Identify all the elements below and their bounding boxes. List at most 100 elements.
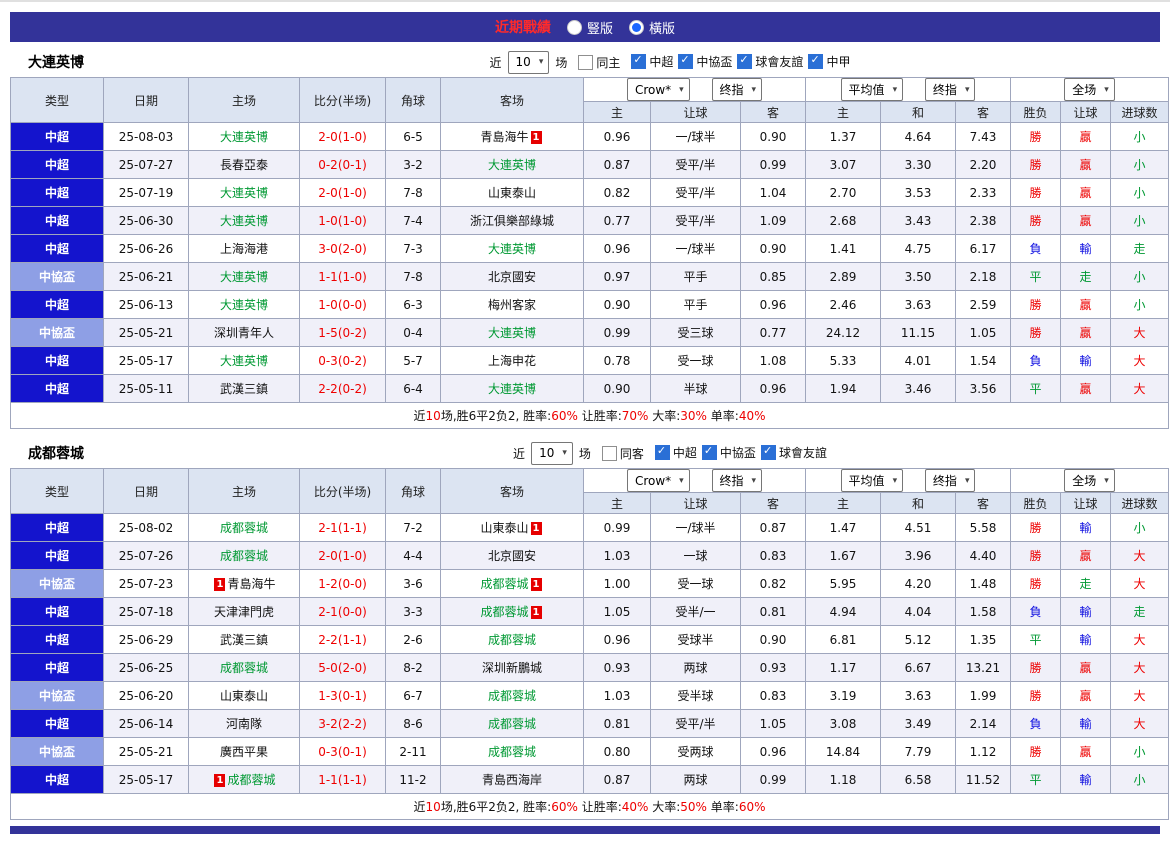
- checkbox-checked-icon[interactable]: [678, 53, 694, 69]
- checkbox-unchecked-icon[interactable]: [578, 54, 594, 70]
- checkbox-checked-icon[interactable]: [631, 53, 647, 69]
- team-name: 成都蓉城: [480, 605, 529, 619]
- match-date: 25-06-26: [103, 234, 189, 263]
- league-filter-checkbox[interactable]: 中協盃: [701, 444, 756, 461]
- avg-time-select[interactable]: 终指 ▾: [924, 78, 976, 101]
- away-team: 成都蓉城 1: [440, 597, 584, 626]
- matches-table: 类型 日期 主场 比分(半场) 角球 客场 Crow* ▾ 终指 ▾ 平均值 ▾…: [9, 468, 1170, 820]
- avg-home: 3.08: [805, 709, 882, 738]
- odds-away: 0.82: [739, 569, 807, 598]
- recent-count-select[interactable]: 10 ▾: [531, 441, 573, 465]
- match-date: 25-06-13: [103, 290, 189, 319]
- avg-away: 5.58: [955, 513, 1012, 542]
- match-date: 25-07-26: [103, 541, 189, 570]
- avg-select-group: 平均值 ▾ 终指 ▾: [805, 77, 1012, 102]
- league-filter-checkbox[interactable]: 球會友誼: [760, 444, 827, 461]
- odds-time-select[interactable]: 终指 ▾: [711, 78, 763, 101]
- handicap-result: 贏: [1060, 122, 1112, 151]
- handicap-line: 受平/半: [650, 206, 741, 235]
- avg-away: 1.48: [955, 569, 1012, 598]
- match-row: 中超 25-06-13 大連英博 1-0(0-0) 6-3 梅州客家 0.90 平手 0.96 2…: [10, 290, 1170, 319]
- team-name: 成都蓉城: [487, 633, 536, 647]
- league-filter-checkbox[interactable]: 球會友誼: [737, 53, 803, 70]
- league-filter-checkbox[interactable]: 中超: [631, 53, 673, 70]
- scope-select[interactable]: 全场 ▾: [1064, 469, 1115, 492]
- select-value: 平均值: [848, 83, 885, 97]
- goals-result: 小: [1110, 737, 1170, 766]
- match-date: 25-05-17: [103, 346, 189, 375]
- same-venue-checkbox[interactable]: 同主: [578, 54, 620, 71]
- odds-home: 0.81: [583, 709, 651, 738]
- match-date: 25-07-19: [103, 178, 189, 207]
- away-team: 青島海牛 1: [440, 122, 584, 151]
- odds-home: 0.80: [583, 737, 651, 766]
- avg-draw: 3.63: [880, 290, 957, 319]
- corner-score: 0-4: [385, 318, 441, 347]
- odds-home: 0.99: [583, 318, 651, 347]
- away-team: 山東泰山: [440, 178, 584, 207]
- team-name: 大連英博: [487, 158, 536, 172]
- handicap-line: 平手: [650, 262, 741, 291]
- scope-select[interactable]: 全场 ▾: [1064, 78, 1115, 101]
- handicap-result: 贏: [1060, 150, 1112, 179]
- avg-away: 11.52: [955, 765, 1012, 794]
- handicap-line: 一球: [650, 541, 741, 570]
- layout-horizontal-radio[interactable]: 橫版: [629, 18, 675, 37]
- match-row: 中協盃 25-06-21 大連英博 1-1(1-0) 7-8 北京國安 0.97 平手 0.85…: [10, 262, 1170, 291]
- checkbox-unchecked-icon[interactable]: [601, 445, 617, 461]
- col-home: 主场: [188, 77, 300, 123]
- avg-away: 7.43: [955, 122, 1012, 151]
- avg-home: 1.18: [805, 765, 882, 794]
- corner-score: 5-7: [385, 346, 441, 375]
- avg-home: 1.17: [805, 653, 882, 682]
- league-filter-checkbox[interactable]: 中甲: [808, 53, 850, 70]
- score: 0-3(0-1): [299, 737, 386, 766]
- checkbox-checked-icon[interactable]: [654, 444, 670, 460]
- handicap-line: 平手: [650, 290, 741, 319]
- team-name: 天津津門虎: [213, 605, 274, 619]
- match-date: 25-06-25: [103, 653, 189, 682]
- avg-away: 2.14: [955, 709, 1012, 738]
- avg-draw: 4.75: [880, 234, 957, 263]
- handicap-line: 受半球: [650, 681, 741, 710]
- avg-away: 2.38: [955, 206, 1012, 235]
- select-value: Crow*: [634, 82, 672, 97]
- radio-selected-icon[interactable]: [629, 19, 644, 35]
- score: 2-2(1-1): [299, 625, 386, 654]
- checkbox-checked-icon[interactable]: [760, 444, 776, 460]
- avg-away: 1.35: [955, 625, 1012, 654]
- layout-vertical-radio[interactable]: 豎版: [566, 18, 613, 37]
- team-name: 大連英博: [219, 214, 268, 228]
- checkbox-checked-icon[interactable]: [808, 53, 824, 69]
- match-row: 中超 25-06-14 河南隊 3-2(2-2) 8-6 成都蓉城 0.81 受平/半 1.05…: [10, 709, 1170, 738]
- radio-unselected-icon[interactable]: [566, 19, 582, 35]
- odds-time-select[interactable]: 终指 ▾: [711, 469, 763, 492]
- summary-text-cell: 近10场,胜6平2负2, 胜率:60% 让胜率:70% 大率:30% 单率:40…: [9, 402, 1170, 429]
- corner-score: 2-11: [385, 737, 441, 766]
- home-team: 大連英博: [188, 178, 300, 207]
- odds-company-select[interactable]: Crow* ▾: [626, 78, 690, 101]
- avg-company-select[interactable]: 平均值 ▾: [840, 78, 904, 101]
- odds-company-select[interactable]: Crow* ▾: [626, 469, 690, 492]
- away-team: 大連英博: [440, 318, 584, 347]
- odds-away: 0.93: [739, 653, 807, 682]
- chevron-down-icon: ▾: [679, 84, 684, 95]
- corner-score: 3-2: [385, 150, 441, 179]
- summary-segment: 30%: [680, 409, 707, 423]
- avg-home: 2.46: [805, 290, 882, 319]
- checkbox-checked-icon[interactable]: [701, 444, 717, 460]
- checkbox-checked-icon[interactable]: [737, 53, 753, 69]
- league-filter-label: 球會友誼: [778, 445, 827, 460]
- league-filter-checkbox[interactable]: 中超: [654, 444, 697, 461]
- league-filter-checkbox[interactable]: 中協盃: [678, 53, 732, 70]
- avg-home: 6.81: [805, 625, 882, 654]
- handicap-result: 走: [1060, 262, 1112, 291]
- avg-draw: 6.67: [880, 653, 957, 682]
- avg-company-select[interactable]: 平均值 ▾: [840, 469, 904, 492]
- recent-count-select[interactable]: 10 ▾: [507, 50, 550, 74]
- away-team: 成都蓉城 1: [440, 569, 584, 598]
- same-venue-checkbox[interactable]: 同客: [601, 445, 644, 462]
- odds-home: 1.03: [583, 541, 651, 570]
- score: 2-0(1-0): [299, 122, 386, 151]
- avg-time-select[interactable]: 终指 ▾: [924, 469, 976, 492]
